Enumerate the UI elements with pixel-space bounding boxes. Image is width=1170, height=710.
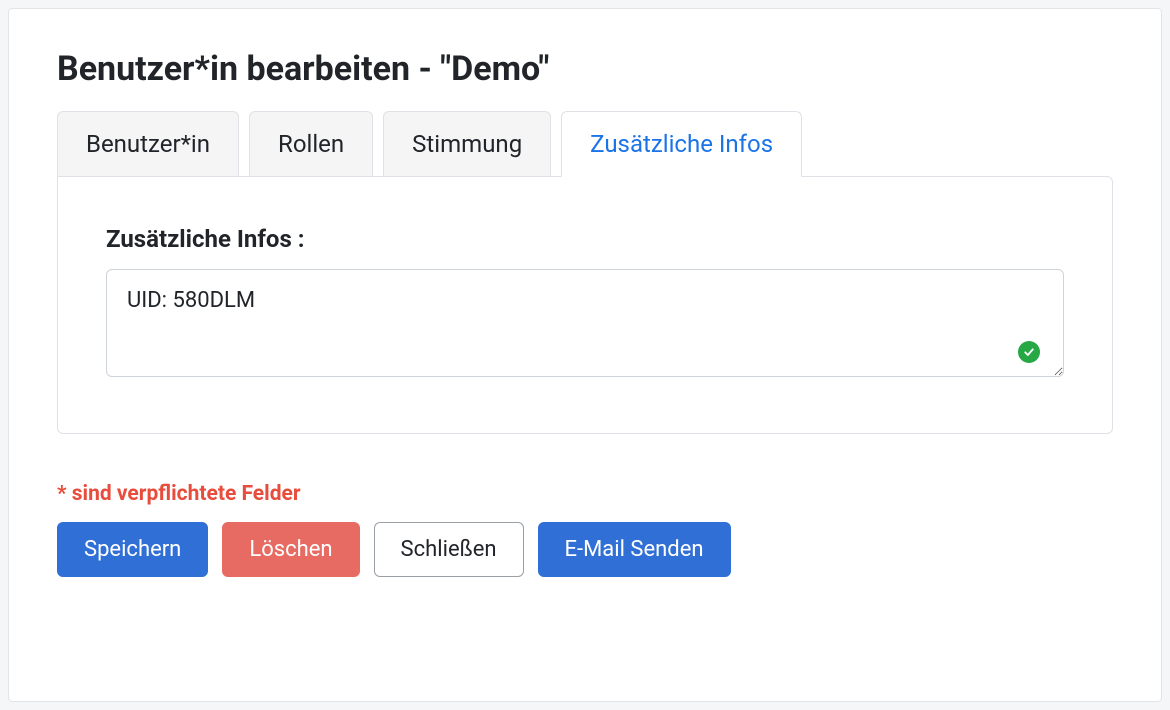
close-button[interactable]: Schließen	[374, 522, 524, 577]
tabs-container: Benutzer*in Rollen Stimmung Zusätzliche …	[57, 111, 1113, 177]
tab-roles[interactable]: Rollen	[249, 111, 373, 177]
page-title: Benutzer*in bearbeiten - "Demo"	[57, 49, 1113, 89]
additional-info-label: Zusätzliche Infos :	[106, 225, 1064, 253]
send-email-button[interactable]: E-Mail Senden	[538, 522, 731, 577]
additional-info-textarea[interactable]	[106, 269, 1064, 377]
save-button[interactable]: Speichern	[57, 522, 208, 577]
tab-user[interactable]: Benutzer*in	[57, 111, 239, 177]
valid-check-icon	[1018, 341, 1040, 363]
tab-mood[interactable]: Stimmung	[383, 111, 551, 177]
edit-user-card: Benutzer*in bearbeiten - "Demo" Benutzer…	[8, 8, 1162, 702]
action-button-row: Speichern Löschen Schließen E-Mail Sende…	[57, 522, 1113, 577]
tab-additional-info[interactable]: Zusätzliche Infos	[561, 111, 802, 177]
required-fields-note: * sind verpflichtete Felder	[57, 482, 1113, 506]
delete-button[interactable]: Löschen	[222, 522, 359, 577]
additional-info-field-wrap	[106, 269, 1064, 381]
tab-panel-additional-info: Zusätzliche Infos :	[57, 176, 1113, 434]
